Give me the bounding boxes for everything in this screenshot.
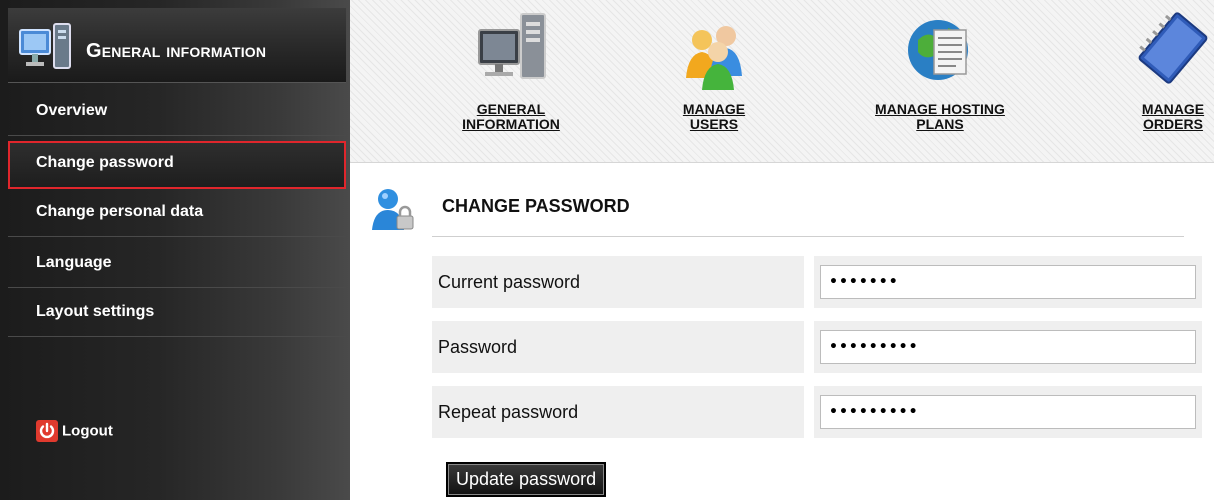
tool-label-line1: Manage — [682, 101, 746, 117]
sidebar-item-change-personal-data[interactable]: Change personal data — [8, 189, 346, 237]
divider — [432, 236, 1184, 237]
tool-label-line1: Manage — [1141, 101, 1205, 117]
sidebar-title: General information — [86, 40, 267, 62]
sidebar-item-language[interactable]: Language — [8, 240, 346, 288]
tool-label-line2: information — [462, 116, 560, 132]
tool-label-line2: plans — [916, 116, 964, 132]
tool-manage-hosting-plans[interactable]: Manage hosting plans — [850, 0, 1030, 132]
tool-label-line1: General — [476, 101, 546, 117]
notebook-icon — [1138, 12, 1208, 84]
tool-label-line2: users — [689, 116, 739, 132]
password-cell: ••••••••• — [814, 321, 1202, 373]
password-input[interactable]: ••••••••• — [820, 330, 1196, 364]
users-icon — [686, 26, 742, 90]
tool-general-information[interactable]: General information — [446, 0, 576, 132]
update-password-button[interactable]: Update password — [446, 462, 607, 497]
current-password-label: Current password — [432, 256, 804, 308]
repeat-password-label: Repeat password — [432, 386, 804, 438]
sidebar-item-label: Overview — [36, 102, 108, 119]
sidebar-item-change-password[interactable]: Change password — [8, 141, 346, 189]
sidebar-item-label: Change password — [36, 154, 174, 171]
computer-icon — [478, 13, 546, 79]
logout-label: Logout — [62, 422, 113, 440]
password-label: Password — [432, 321, 804, 373]
computer-icon — [19, 23, 71, 69]
globe-document-icon — [908, 20, 968, 80]
toolbar: General information Manage users Manage … — [350, 0, 1214, 163]
sidebar: General information Overview Change pass… — [0, 0, 350, 500]
sidebar-item-label: Change personal data — [36, 203, 204, 220]
tool-label-line1: Manage hosting — [875, 101, 1005, 117]
user-lock-icon — [372, 189, 414, 230]
logout-button[interactable]: Logout — [36, 420, 113, 446]
current-password-input[interactable]: ••••••• — [820, 265, 1196, 299]
sidebar-item-label: Layout settings — [36, 303, 155, 320]
current-password-cell: ••••••• — [814, 256, 1202, 308]
tool-manage-orders[interactable]: Manage Orders — [1128, 0, 1214, 132]
sidebar-header: General information — [8, 8, 346, 83]
sidebar-item-label: Language — [36, 254, 112, 271]
page-title: Change password — [442, 196, 630, 216]
power-icon — [36, 420, 58, 442]
tool-label-line2: Orders — [1143, 116, 1203, 132]
repeat-password-cell: ••••••••• — [814, 386, 1202, 438]
sidebar-item-overview[interactable]: Overview — [8, 88, 346, 136]
tool-manage-users[interactable]: Manage users — [664, 0, 764, 132]
sidebar-item-layout-settings[interactable]: Layout settings — [8, 289, 346, 337]
repeat-password-input[interactable]: ••••••••• — [820, 395, 1196, 429]
